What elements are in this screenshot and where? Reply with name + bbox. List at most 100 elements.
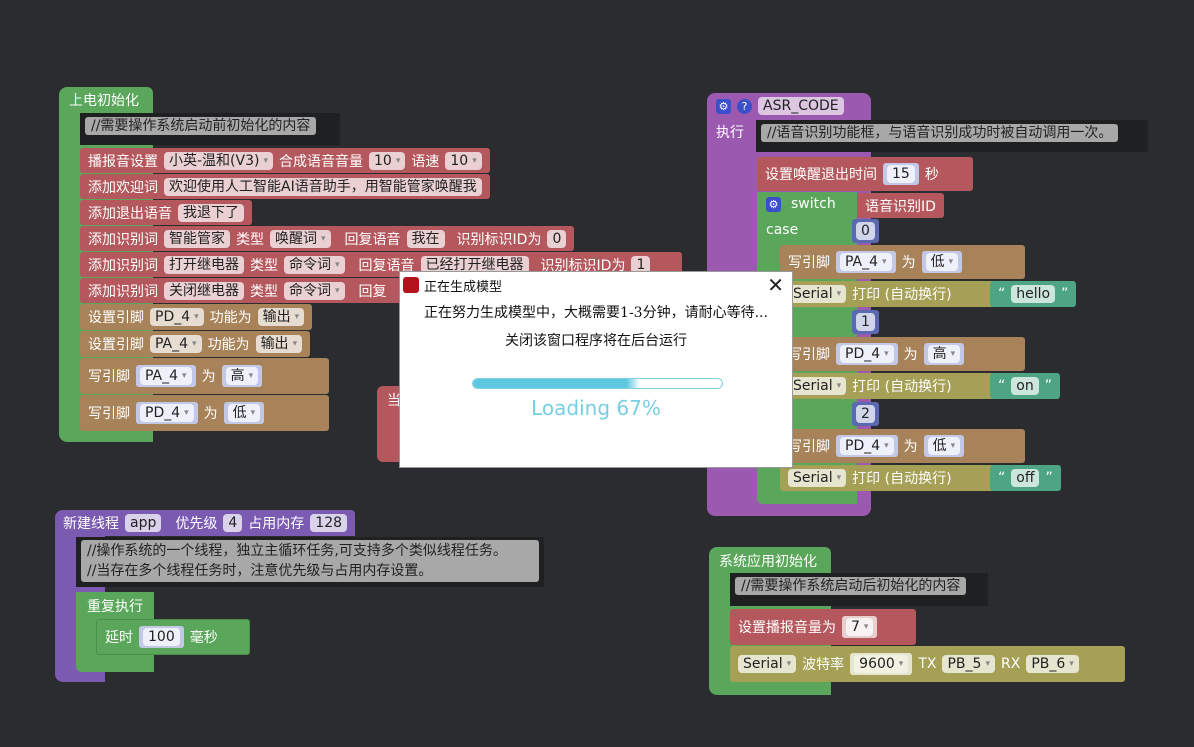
gear-icon[interactable]: ⚙ — [766, 196, 781, 212]
comment-block[interactable]: //语音识别功能框，与语音识别成功时被自动调用一次。 — [756, 120, 1148, 152]
label: 回复语音 — [344, 231, 401, 248]
exit-voice-block[interactable]: 添加退出语音 我退下了 — [80, 200, 252, 225]
pin-dropdown[interactable]: PA_4 — [140, 367, 192, 385]
welcome-block[interactable]: 添加欢迎词 欢迎使用人工智能AI语音助手，用智能管家唤醒我 — [80, 174, 490, 199]
string-input[interactable]: off — [1011, 469, 1040, 487]
voice-setting-block[interactable]: 播报音设置 小英-温和(V3) 合成语音音量 10 语速 10 — [80, 148, 490, 173]
memory-input[interactable]: 128 — [310, 514, 348, 532]
level-dropdown[interactable]: 高 — [927, 345, 961, 363]
label: 播报音设置 — [88, 153, 158, 170]
write-pin-block[interactable]: 写引脚 PD_4 为 低 — [780, 429, 1025, 463]
pin-dropdown[interactable]: PD_4 — [840, 345, 894, 363]
gear-icon[interactable]: ⚙ — [716, 98, 731, 114]
wake-timeout-block[interactable]: 设置唤醒退出时间 15 秒 — [757, 157, 973, 191]
label: 波特率 — [802, 657, 845, 673]
string-block[interactable]: “ hello ” — [990, 281, 1077, 307]
set-pin-block[interactable]: 设置引脚 PA_4 功能为 输出 — [80, 331, 311, 357]
set-volume-block[interactable]: 设置播报音量为 7 — [730, 609, 916, 645]
keyword-input[interactable]: 智能管家 — [164, 229, 230, 248]
case-value[interactable]: 0 — [852, 219, 879, 243]
loading-text: Loading 67% — [531, 396, 661, 420]
dialog-message: 正在努力生成模型中，大概需要1-3分钟，请耐心等待... — [424, 305, 768, 321]
pin-dropdown[interactable]: PA_4 — [150, 335, 202, 353]
close-icon[interactable]: ✕ — [767, 273, 784, 297]
label: 新建线程 — [63, 516, 119, 532]
thread-name-input[interactable]: app — [125, 514, 162, 532]
level-dropdown[interactable]: 低 — [925, 253, 959, 271]
level-dropdown[interactable]: 低 — [927, 437, 961, 455]
serial-dropdown[interactable]: Serial — [738, 655, 797, 673]
keyword-input[interactable]: 关闭继电器 — [164, 281, 244, 300]
comment-block[interactable]: //操作系统的一个线程，独立主循环任务,可支持多个类似线程任务。 //当存在多个… — [76, 537, 544, 587]
type-dropdown[interactable]: 命令词 — [284, 255, 345, 274]
speed-dropdown[interactable]: 10 — [445, 151, 482, 170]
rx-dropdown[interactable]: PB_6 — [1026, 655, 1079, 673]
type-dropdown[interactable]: 命令词 — [284, 281, 345, 300]
label: 回复 — [358, 283, 387, 300]
write-pin-block[interactable]: 写引脚 PD_4 为 高 — [780, 337, 1025, 371]
func-dropdown[interactable]: 输出 — [257, 308, 305, 326]
welcome-input[interactable]: 欢迎使用人工智能AI语音助手，用智能管家唤醒我 — [164, 177, 482, 196]
volume-dropdown[interactable]: 7 — [846, 618, 874, 636]
id-input[interactable]: 0 — [547, 229, 567, 248]
label: TX — [918, 656, 937, 672]
label: 类型 — [236, 231, 264, 248]
quote-open-icon: “ — [998, 470, 1006, 486]
asr-id-variable[interactable]: 语音识别ID — [857, 193, 944, 218]
pin-dropdown[interactable]: PD_4 — [150, 308, 204, 326]
case-value[interactable]: 2 — [852, 402, 879, 426]
string-input[interactable]: hello — [1011, 285, 1056, 303]
type-dropdown[interactable]: 唤醒词 — [270, 229, 331, 248]
label: 添加退出语音 — [88, 205, 172, 222]
priority-input[interactable]: 4 — [223, 514, 243, 532]
case-value-input[interactable]: 1 — [856, 313, 875, 331]
comment-block[interactable]: //需要操作系统启动后初始化的内容 — [730, 573, 988, 606]
serial-dropdown[interactable]: Serial — [788, 469, 847, 487]
level-dropdown[interactable]: 低 — [227, 404, 261, 422]
volume-dropdown[interactable]: 10 — [369, 151, 406, 170]
delay-input[interactable]: 100 — [143, 628, 180, 646]
serial-print-block[interactable]: Serial 打印 (自动换行) — [780, 281, 995, 307]
label: 类型 — [250, 257, 278, 274]
label: 打印 (自动换行) — [852, 471, 952, 487]
reply-input[interactable]: 我在 — [406, 229, 445, 248]
thread-header[interactable]: 新建线程 app 优先级 4 占用内存 128 — [55, 510, 356, 536]
label: 写引脚 — [88, 369, 130, 385]
delay-block[interactable]: 延时 100 毫秒 — [96, 619, 250, 655]
timeout-input[interactable]: 15 — [887, 165, 915, 183]
write-pin-block[interactable]: 写引脚 PA_4 为 低 — [780, 245, 1025, 279]
tx-dropdown[interactable]: PB_5 — [942, 655, 995, 673]
pin-dropdown[interactable]: PD_4 — [140, 404, 194, 422]
set-pin-block[interactable]: 设置引脚 PD_4 功能为 输出 — [80, 304, 313, 330]
voice-dropdown[interactable]: 小英-温和(V3) — [164, 151, 273, 170]
serial-dropdown[interactable]: Serial — [788, 285, 847, 303]
string-block[interactable]: “ on ” — [990, 373, 1060, 399]
serial-print-block[interactable]: Serial 打印 (自动换行) — [780, 373, 995, 399]
function-name-input[interactable]: ASR_CODE — [758, 97, 844, 115]
level-dropdown[interactable]: 高 — [225, 367, 259, 385]
serial-dropdown[interactable]: Serial — [788, 377, 847, 395]
write-pin-block[interactable]: 写引脚 PA_4 为 高 — [80, 358, 329, 394]
serial-begin-block[interactable]: Serial 波特率 9600 TX PB_5 RX PB_6 — [730, 646, 1125, 682]
keyword-block[interactable]: 添加识别词 关闭继电器 类型 命令词 回复 — [80, 278, 410, 303]
pin-dropdown[interactable]: PD_4 — [840, 437, 894, 455]
dialog-note: 关闭该窗口程序将在后台运行 — [505, 333, 687, 349]
string-input[interactable]: on — [1011, 377, 1039, 395]
case-value[interactable]: 1 — [852, 310, 879, 334]
write-pin-block[interactable]: 写引脚 PD_4 为 低 — [80, 395, 329, 431]
keyword-input[interactable]: 打开继电器 — [164, 255, 244, 274]
help-icon[interactable]: ? — [737, 98, 752, 114]
exit-voice-input[interactable]: 我退下了 — [178, 203, 244, 222]
label: 功能为 — [209, 310, 252, 326]
string-block[interactable]: “ off ” — [990, 465, 1061, 491]
baud-dropdown[interactable]: 9600 — [854, 655, 909, 673]
keyword-block[interactable]: 添加识别词 智能管家 类型 唤醒词 回复语音 我在 识别标识ID为 0 — [80, 226, 575, 251]
func-dropdown[interactable]: 输出 — [255, 335, 303, 353]
label: 写引脚 — [788, 439, 830, 455]
comment-text: //需要操作系统启动前初始化的内容 — [85, 117, 317, 135]
case-value-input[interactable]: 0 — [856, 222, 875, 240]
pin-dropdown[interactable]: PA_4 — [840, 253, 892, 271]
serial-print-block[interactable]: Serial 打印 (自动换行) — [780, 465, 995, 491]
comment-block[interactable]: //需要操作系统启动前初始化的内容 — [80, 113, 340, 145]
case-value-input[interactable]: 2 — [856, 405, 875, 423]
